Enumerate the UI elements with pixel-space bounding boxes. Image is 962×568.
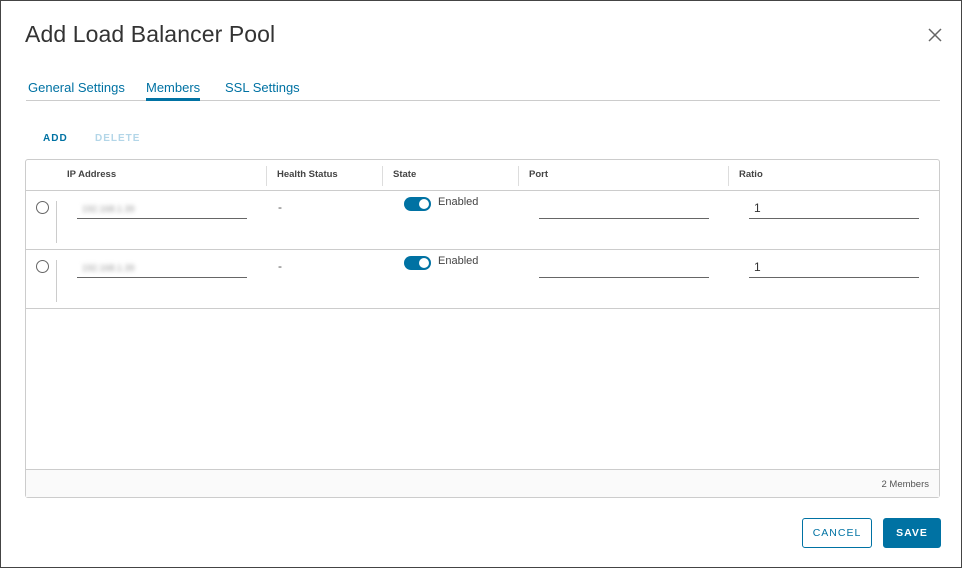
column-header-port[interactable]: Port (519, 160, 548, 190)
ip-address-input[interactable]: 192.168.1.39 (77, 258, 247, 278)
table-row: 192.168.1.39 - Enabled 1 (26, 191, 939, 250)
delete-member-button[interactable]: DELETE (95, 133, 140, 144)
add-member-button[interactable]: ADD (43, 133, 68, 144)
toggle-knob (419, 258, 429, 268)
row-select-radio[interactable] (36, 260, 49, 273)
save-button[interactable]: SAVE (883, 518, 941, 548)
ip-address-value: 192.168.1.39 (82, 204, 135, 214)
grid-footer: 2 Members (26, 469, 939, 497)
ip-address-value: 192.168.1.39 (82, 263, 135, 273)
column-header-state[interactable]: State (383, 160, 416, 190)
close-button[interactable] (925, 25, 945, 45)
row-divider (56, 260, 57, 302)
members-grid: IP Address Health Status State Port Rati… (25, 159, 940, 498)
health-status-value: - (278, 200, 282, 214)
add-load-balancer-pool-dialog: Add Load Balancer Pool General Settings … (0, 0, 962, 568)
dialog-title: Add Load Balancer Pool (25, 21, 276, 47)
ratio-input[interactable]: 1 (749, 258, 919, 278)
row-divider (56, 201, 57, 243)
state-label: Enabled (438, 196, 479, 208)
ratio-input[interactable]: 1 (749, 199, 919, 219)
state-label: Enabled (438, 255, 479, 267)
tab-members[interactable]: Members (146, 80, 201, 101)
tab-general-settings[interactable]: General Settings (28, 80, 125, 100)
port-input[interactable] (539, 258, 709, 278)
ip-address-input[interactable]: 192.168.1.39 (77, 199, 247, 219)
health-status-value: - (278, 259, 282, 273)
member-count: 2 Members (881, 479, 929, 490)
column-header-health-status[interactable]: Health Status (267, 160, 338, 190)
toggle-knob (419, 199, 429, 209)
state-toggle[interactable] (404, 197, 431, 211)
column-header-ratio[interactable]: Ratio (729, 160, 763, 190)
column-header-ip-address[interactable]: IP Address (57, 160, 116, 190)
row-select-radio[interactable] (36, 201, 49, 214)
close-icon (928, 28, 942, 42)
tab-ssl-settings[interactable]: SSL Settings (225, 80, 300, 100)
grid-header: IP Address Health Status State Port Rati… (26, 160, 939, 191)
cancel-button[interactable]: CANCEL (802, 518, 872, 548)
tab-bar: General Settings Members SSL Settings (26, 77, 940, 101)
state-toggle[interactable] (404, 256, 431, 270)
table-row: 192.168.1.39 - Enabled 1 (26, 250, 939, 309)
port-input[interactable] (539, 199, 709, 219)
